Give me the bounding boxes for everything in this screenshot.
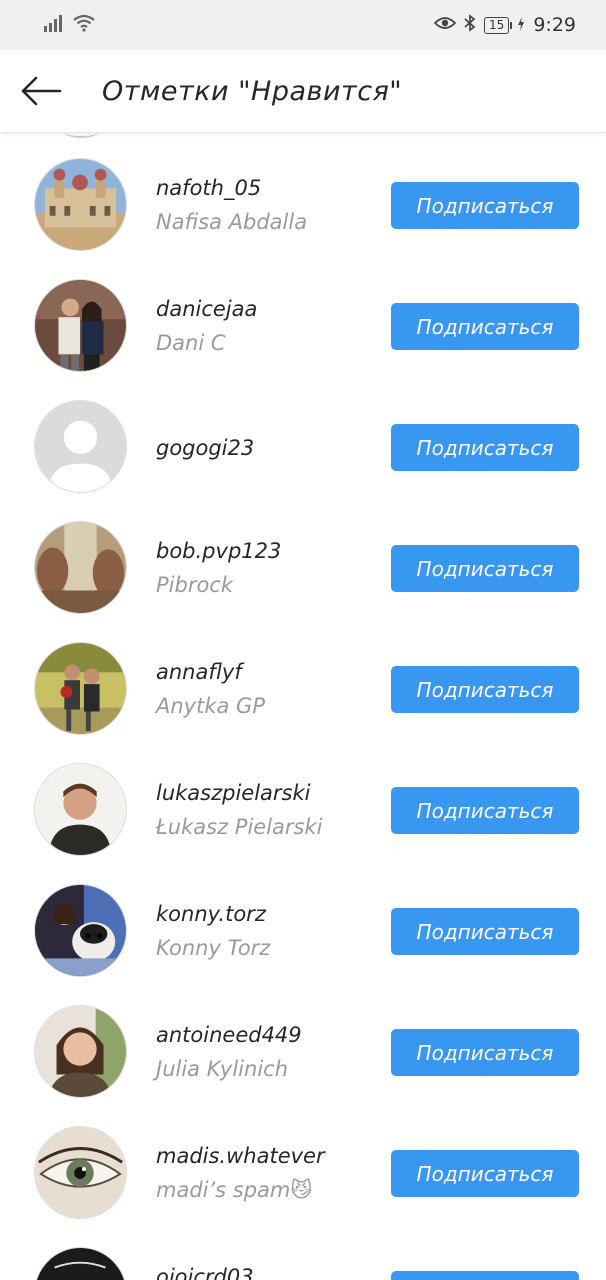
dark-photo-icon — [35, 1248, 126, 1280]
full-name: madi’s spam😼 — [156, 1178, 313, 1202]
charging-icon — [517, 14, 525, 36]
list-item[interactable]: danicejaa Dani C Подписаться — [0, 253, 606, 374]
username[interactable]: gogogi23 — [156, 436, 254, 460]
status-bar: 15 9:29 — [0, 0, 606, 50]
woman-photo-icon — [35, 1006, 126, 1097]
page-title: Отметки "Нравится" — [102, 75, 403, 107]
full-name: Anytka GP — [156, 694, 265, 718]
follow-button[interactable]: Подписаться — [391, 1150, 579, 1197]
follow-button[interactable]: Подписаться — [391, 1029, 579, 1076]
avatar[interactable] — [34, 279, 127, 372]
list-item[interactable]: konny.torz Konny Torz Подписаться — [0, 858, 606, 979]
username[interactable]: bob.pvp123 — [156, 539, 281, 563]
bowling-photo-icon — [35, 643, 126, 734]
bluetooth-icon — [464, 13, 476, 37]
avatar[interactable] — [34, 884, 127, 977]
follow-button[interactable]: Подписаться — [391, 908, 579, 955]
eye-comfort-icon — [433, 14, 457, 36]
avatar[interactable] — [34, 1126, 127, 1219]
dog-photo-icon — [35, 885, 126, 976]
avatar[interactable] — [34, 1005, 127, 1098]
username[interactable]: antoineed449 — [156, 1023, 302, 1047]
follow-button[interactable]: Подписаться — [391, 424, 579, 471]
username[interactable]: lukaszpielarski — [156, 781, 311, 805]
eye-photo-icon — [35, 1127, 126, 1218]
status-right: 15 9:29 — [433, 13, 576, 37]
username[interactable]: konny.torz — [156, 902, 266, 926]
full-name: Julia Kylinich — [156, 1057, 289, 1081]
default-avatar-icon — [35, 401, 126, 492]
follow-button[interactable]: Подписаться — [391, 182, 579, 229]
back-button[interactable] — [16, 66, 66, 116]
faces-photo-icon — [35, 522, 126, 613]
username[interactable]: ojojcrd03 — [156, 1265, 254, 1280]
header: Отметки "Нравится" — [0, 50, 606, 133]
avatar[interactable] — [34, 763, 127, 856]
list-item[interactable]: gogogi23 Подписаться — [0, 374, 606, 495]
signal-icon — [44, 14, 66, 36]
man-photo-icon — [35, 764, 126, 855]
full-name: Dani C — [156, 331, 226, 355]
full-name: Łukasz Pielarski — [156, 815, 323, 839]
back-arrow-icon — [21, 76, 62, 106]
avatar[interactable] — [34, 158, 127, 251]
list-item[interactable]: ojojcrd03 Подписаться — [0, 1221, 606, 1280]
username[interactable]: nafoth_05 — [156, 176, 261, 200]
list-item[interactable]: lukaszpielarski Łukasz Pielarski Подписа… — [0, 737, 606, 858]
status-left — [44, 14, 96, 36]
list-item[interactable]: annaflyf Anytka GP Подписаться — [0, 616, 606, 737]
username[interactable]: madis.whatever — [156, 1144, 325, 1168]
list-item[interactable]: bob.pvp123 Pibrock Подписаться — [0, 495, 606, 616]
full-name: Pibrock — [156, 573, 234, 597]
list-item[interactable]: nafoth_05 Nafisa Abdalla Подписаться — [0, 132, 606, 253]
follow-button[interactable]: Подписаться — [391, 1271, 579, 1280]
full-name: Nafisa Abdalla — [156, 210, 308, 234]
avatar[interactable] — [34, 400, 127, 493]
follow-button[interactable]: Подписаться — [391, 545, 579, 592]
avatar[interactable] — [34, 642, 127, 735]
likers-list[interactable]: nafoth_05 Nafisa Abdalla Подписаться dan… — [0, 132, 606, 1280]
couple-photo-icon — [35, 280, 126, 371]
list-item[interactable]: antoineed449 Julia Kylinich Подписаться — [0, 979, 606, 1100]
follow-button[interactable]: Подписаться — [391, 303, 579, 350]
follow-button[interactable]: Подписаться — [391, 787, 579, 834]
clock: 9:29 — [533, 14, 576, 36]
username[interactable]: annaflyf — [156, 660, 242, 684]
follow-button[interactable]: Подписаться — [391, 666, 579, 713]
palace-photo-icon — [35, 159, 126, 250]
battery-icon: 15 — [484, 16, 513, 34]
avatar[interactable] — [34, 1247, 127, 1280]
wifi-icon — [72, 14, 96, 36]
full-name: Konny Torz — [156, 936, 271, 960]
username[interactable]: danicejaa — [156, 297, 257, 321]
list-item[interactable]: madis.whatever madi’s spam😼 Подписаться — [0, 1100, 606, 1221]
avatar[interactable] — [34, 521, 127, 614]
